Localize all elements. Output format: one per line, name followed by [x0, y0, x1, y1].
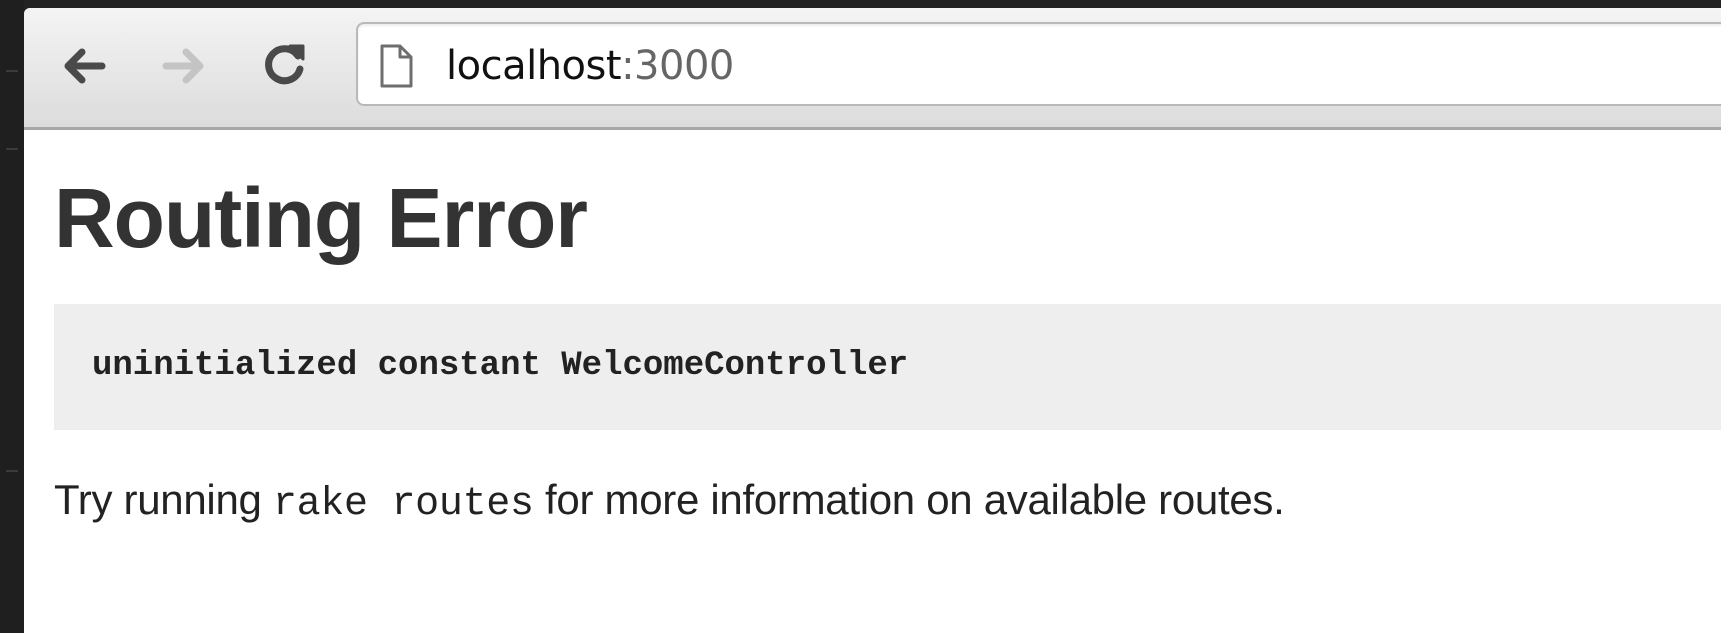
hint-text-before: Try running	[54, 476, 273, 523]
background-window-strip	[0, 0, 24, 633]
page-icon	[380, 44, 413, 88]
reload-icon	[265, 44, 305, 85]
address-bar[interactable]: localhost:3000	[356, 22, 1721, 106]
back-button[interactable]	[56, 38, 112, 94]
url-host: localhost	[446, 43, 622, 89]
hint-text: Try running rake routes for more informa…	[54, 472, 1285, 533]
background-divider	[6, 470, 18, 472]
page-title: Routing Error	[54, 171, 588, 265]
arrow-right-icon	[162, 48, 204, 84]
error-message-box: uninitialized constant WelcomeController	[54, 304, 1721, 430]
page-content: Routing Error uninitialized constant Wel…	[24, 130, 1721, 633]
url-text[interactable]: localhost:3000	[446, 42, 734, 90]
background-divider	[6, 70, 18, 72]
error-message: uninitialized constant WelcomeController	[92, 347, 909, 385]
forward-button[interactable]	[156, 38, 212, 94]
reload-button[interactable]	[256, 38, 312, 94]
url-port: :3000	[621, 43, 734, 89]
rake-routes-command: rake routes	[272, 482, 534, 527]
browser-window: localhost:3000 Routing Error uninitializ…	[24, 8, 1721, 633]
browser-toolbar: localhost:3000	[24, 8, 1721, 130]
hint-text-after: for more information on available routes…	[533, 476, 1285, 523]
arrow-left-icon	[64, 48, 106, 84]
background-divider	[6, 148, 18, 150]
